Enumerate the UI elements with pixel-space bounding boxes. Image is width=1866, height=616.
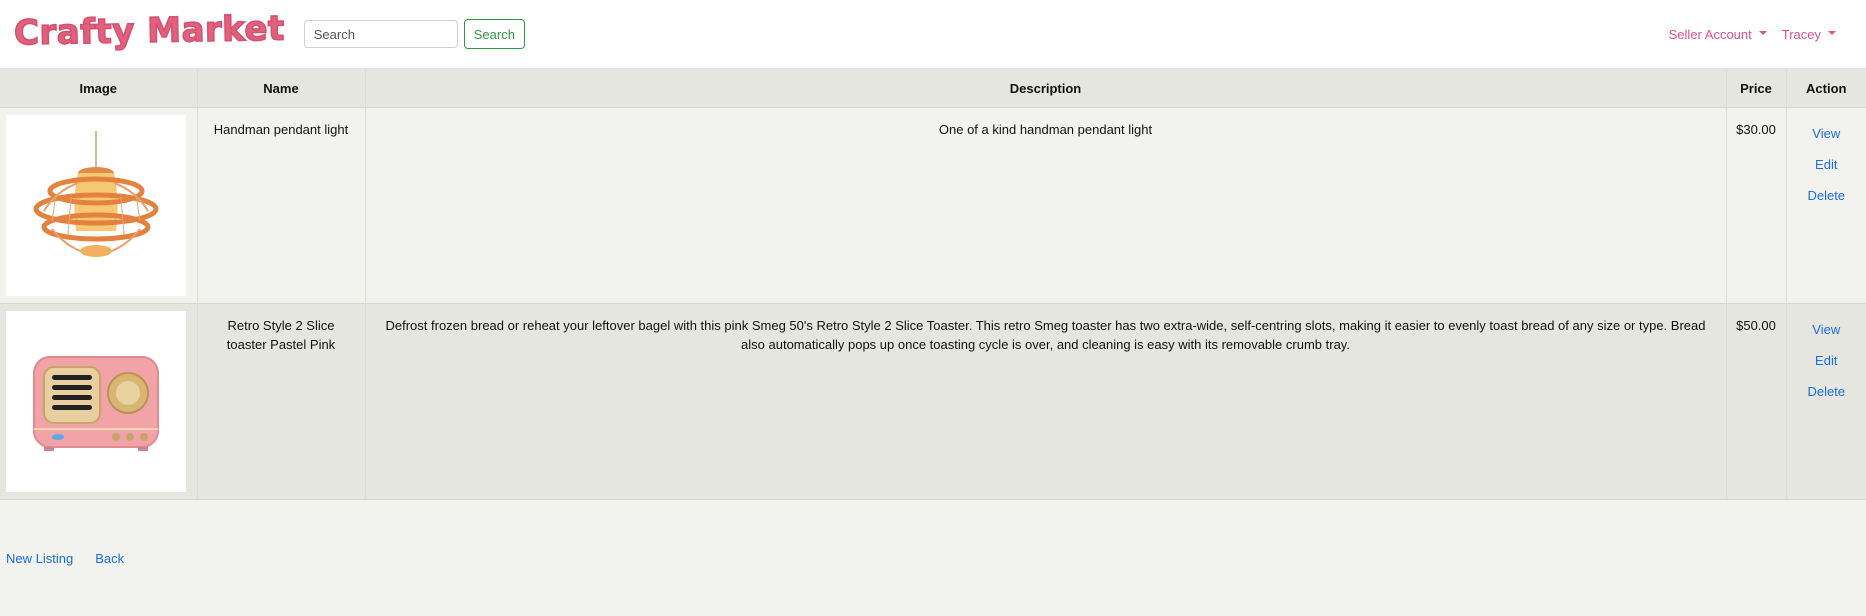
delete-link[interactable]: Delete: [1788, 186, 1866, 205]
column-header-action: Action: [1786, 69, 1866, 108]
search-button[interactable]: Search: [463, 19, 525, 49]
chevron-down-icon: [1828, 31, 1836, 35]
view-link[interactable]: View: [1788, 320, 1866, 339]
user-name-label: Tracey: [1781, 26, 1821, 42]
description-cell: One of a kind handman pendant light: [365, 107, 1727, 304]
search-input[interactable]: [303, 20, 458, 48]
edit-link[interactable]: Edit: [1788, 155, 1866, 174]
price-cell: $50.00: [1726, 303, 1787, 500]
user-dropdown[interactable]: Tracey: [1782, 27, 1836, 42]
action-cell: View Edit Delete: [1786, 107, 1866, 304]
view-link[interactable]: View: [1788, 124, 1866, 143]
column-header-image: Image: [0, 69, 198, 108]
table-header-row: Image Name Description Price Action: [0, 69, 1866, 108]
navbar: Crafty Market Search Seller Account Trac…: [0, 0, 1866, 69]
seller-account-dropdown[interactable]: Seller Account: [1669, 27, 1767, 42]
image-cell: [0, 303, 198, 500]
table-row: Retro Style 2 Slice toaster Pastel Pink …: [0, 303, 1866, 500]
seller-account-label: Seller Account: [1668, 26, 1752, 42]
column-header-name: Name: [197, 69, 366, 108]
column-header-price: Price: [1726, 69, 1787, 108]
table-row: Handman pendant light One of a kind hand…: [0, 107, 1866, 304]
pink-radio-toaster-image: [6, 311, 186, 492]
listings-table: Image Name Description Price Action Hand…: [0, 69, 1866, 500]
column-header-description: Description: [365, 69, 1727, 108]
delete-link[interactable]: Delete: [1788, 382, 1866, 401]
name-cell: Handman pendant light: [197, 107, 366, 304]
image-cell: [0, 107, 198, 304]
search-form: Search: [303, 19, 525, 49]
price-cell: $30.00: [1726, 107, 1787, 304]
brand-logo[interactable]: Crafty Market: [13, 8, 286, 54]
back-link[interactable]: Back: [95, 551, 124, 566]
new-listing-link[interactable]: New Listing: [6, 551, 73, 566]
pendant-light-image: [6, 115, 186, 296]
action-cell: View Edit Delete: [1786, 303, 1866, 500]
footer-links: New Listing Back: [6, 551, 124, 566]
description-cell: Defrost frozen bread or reheat your left…: [365, 303, 1727, 500]
chevron-down-icon: [1758, 31, 1767, 35]
nav-right: Seller Account Tracey: [1669, 0, 1836, 68]
edit-link[interactable]: Edit: [1788, 351, 1866, 370]
name-cell: Retro Style 2 Slice toaster Pastel Pink: [197, 303, 366, 500]
